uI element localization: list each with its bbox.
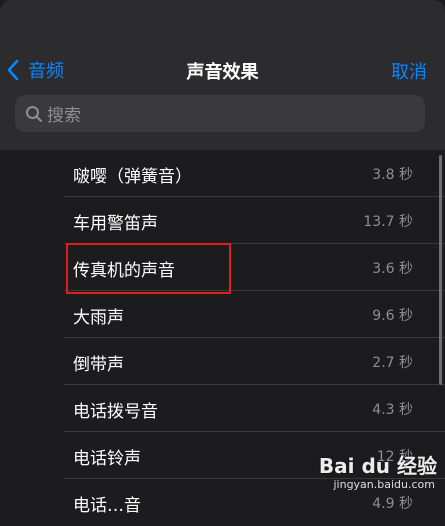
sound-name: 电话…音 <box>73 496 141 516</box>
page-title: 声音效果 <box>186 62 259 83</box>
cancel-button[interactable]: 取消 <box>391 58 427 84</box>
sound-name: 大雨声 <box>73 308 124 328</box>
sound-name: 倒带声 <box>73 355 124 375</box>
list-item[interactable]: 啵嘤（弹簧音） 3.8 秒 <box>0 150 445 197</box>
sound-duration: 3.6 秒 <box>372 261 413 277</box>
scrollbar[interactable] <box>439 155 442 385</box>
sound-duration: 9.6 秒 <box>372 308 413 324</box>
navigation-bar: 音频 声音效果 取消 <box>0 50 445 90</box>
annotation-highlight-box <box>66 243 231 294</box>
watermark-logo: Bai du 经验 <box>318 454 437 478</box>
search-icon <box>26 105 42 122</box>
sound-name: 电话拨号音 <box>73 402 158 422</box>
search-placeholder: 搜索 <box>47 106 81 126</box>
sound-list: 啵嘤（弹簧音） 3.8 秒 车用警笛声 13.7 秒 传真机的声音 3.6 秒 … <box>0 150 445 516</box>
baidu-jingyan-watermark: Bai du 经验 jingyan.baidu.com <box>317 448 437 494</box>
list-item[interactable]: 大雨声 9.6 秒 <box>0 291 445 338</box>
sound-duration: 4.3 秒 <box>372 402 413 418</box>
list-item[interactable]: 电话拨号音 4.3 秒 <box>0 385 445 432</box>
sound-duration: 2.7 秒 <box>372 355 413 371</box>
sound-name: 啵嘤（弹簧音） <box>73 167 192 187</box>
list-item[interactable]: 倒带声 2.7 秒 <box>0 338 445 385</box>
watermark-url: jingyan.baidu.com <box>333 478 435 491</box>
search-input[interactable]: 搜索 <box>15 95 425 132</box>
list-item[interactable]: 车用警笛声 13.7 秒 <box>0 197 445 244</box>
sound-duration: 4.9 秒 <box>372 496 413 512</box>
sound-duration: 13.7 秒 <box>363 214 413 230</box>
sound-name: 电话铃声 <box>73 449 141 469</box>
sound-name: 车用警笛声 <box>73 214 158 234</box>
sound-duration: 3.8 秒 <box>372 167 413 183</box>
